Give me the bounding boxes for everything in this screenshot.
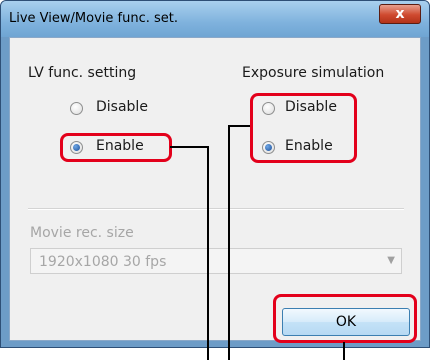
title-bar: Live View/Movie func. set. x — [1, 1, 429, 37]
callout-line-exposure-vertical — [228, 125, 230, 360]
close-icon: x — [395, 6, 405, 22]
close-button[interactable]: x — [379, 4, 421, 24]
window-title: Live View/Movie func. set. — [9, 11, 178, 26]
callout-line-ok-vertical — [343, 342, 345, 360]
movie-size-value: 1920x1080 30 fps — [39, 254, 167, 270]
chevron-down-icon: ▼ — [387, 255, 395, 266]
lv-enable-radio[interactable] — [70, 141, 83, 154]
callout-line-lv-horizontal — [170, 146, 208, 148]
exposure-disable-label[interactable]: Disable — [285, 99, 337, 115]
movie-size-label: Movie rec. size — [30, 225, 134, 241]
group-separator — [28, 208, 404, 210]
exposure-disable-radio[interactable] — [262, 102, 275, 115]
lv-enable-label[interactable]: Enable — [96, 138, 144, 154]
lv-disable-radio[interactable] — [70, 102, 83, 115]
exposure-enable-label[interactable]: Enable — [285, 138, 333, 154]
movie-size-dropdown[interactable]: 1920x1080 30 fps ▼ — [30, 248, 402, 274]
callout-line-exposure-horizontal — [228, 125, 250, 127]
dialog-window: Live View/Movie func. set. x LV func. se… — [0, 0, 430, 348]
exposure-enable-radio[interactable] — [262, 141, 275, 154]
ok-button[interactable]: OK — [282, 308, 410, 336]
callout-line-lv-vertical — [207, 146, 209, 360]
lv-func-heading: LV func. setting — [28, 65, 137, 81]
dialog-body: LV func. setting Disable Enable Exposure… — [9, 37, 421, 343]
lv-disable-label[interactable]: Disable — [96, 99, 148, 115]
exposure-sim-heading: Exposure simulation — [242, 65, 385, 81]
